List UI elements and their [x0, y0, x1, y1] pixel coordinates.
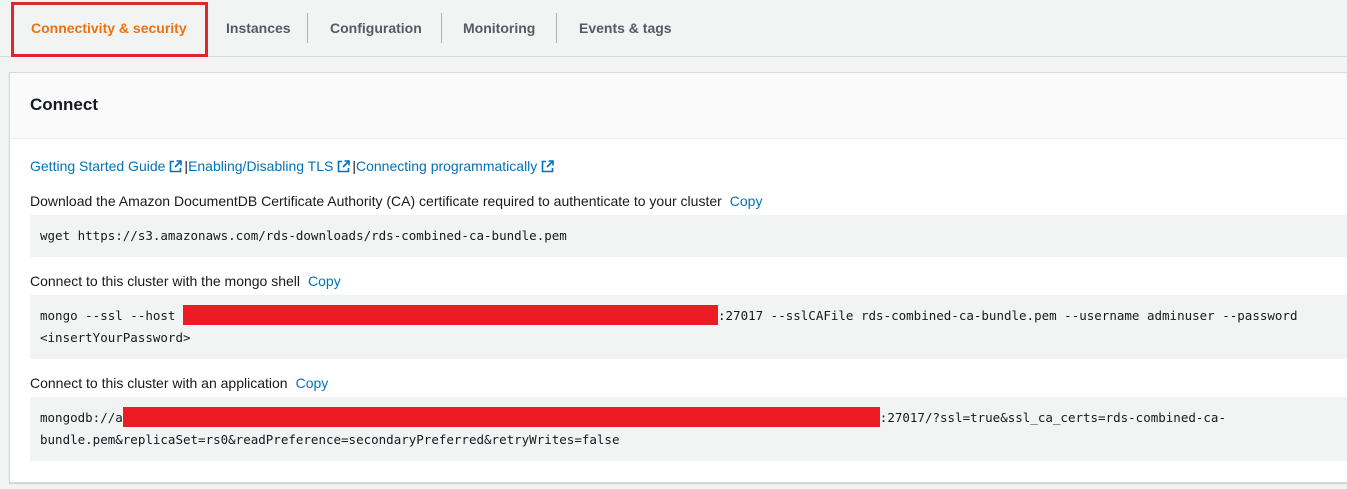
external-link-icon	[170, 160, 183, 173]
command-line: mongo --ssl --host :27017 --sslCAFile rd…	[40, 305, 1340, 327]
uri-line: mongodb://a :27017/?ssl=true&ssl_ca_certs…	[40, 407, 1340, 429]
link-label: Getting Started Guide	[30, 158, 166, 174]
uri-line-2: bundle.pem&replicaSet=rs0&readPreference…	[40, 432, 620, 447]
tab-monitoring[interactable]: Monitoring	[463, 0, 535, 56]
ca-command-text: wget https://s3.amazonaws.com/rds-downlo…	[40, 228, 567, 243]
copy-mongo-shell-button[interactable]: Copy	[308, 273, 341, 289]
tab-divider	[556, 13, 557, 43]
ca-certificate-command: wget https://s3.amazonaws.com/rds-downlo…	[30, 215, 1347, 257]
getting-started-guide-link[interactable]: Getting Started Guide	[30, 158, 184, 174]
copy-ca-command-button[interactable]: Copy	[730, 193, 763, 209]
link-label: Enabling/Disabling TLS	[188, 158, 334, 174]
link-label: Connecting programmatically	[355, 158, 538, 174]
documentation-links: Getting Started Guide |Enabling/Disabling…	[30, 158, 556, 174]
ca-certificate-text: Download the Amazon DocumentDB Certifica…	[30, 193, 722, 209]
copy-application-uri-button[interactable]: Copy	[296, 375, 329, 391]
tab-configuration[interactable]: Configuration	[330, 0, 422, 56]
ca-certificate-label: Download the Amazon DocumentDB Certifica…	[30, 193, 762, 209]
panel-title: Connect	[30, 95, 98, 114]
external-link-icon	[541, 160, 555, 173]
tab-divider	[441, 13, 442, 43]
external-link-icon	[338, 160, 351, 173]
mongo-shell-command: mongo --ssl --host :27017 --sslCAFile rd…	[30, 295, 1347, 359]
command-prefix: mongo --ssl --host	[40, 308, 183, 323]
tab-bar: Connectivity & security Instances Config…	[0, 0, 1347, 57]
uri-suffix: :27017/?ssl=true&ssl_ca_certs=rds-combin…	[879, 410, 1226, 425]
tab-connectivity-security[interactable]: Connectivity & security	[31, 0, 187, 56]
command-suffix: :27017 --sslCAFile rds-combined-ca-bundl…	[718, 308, 1298, 323]
enabling-disabling-tls-link[interactable]: Enabling/Disabling TLS	[188, 158, 352, 174]
tab-instances[interactable]: Instances	[226, 0, 291, 56]
tab-divider	[307, 13, 308, 43]
redacted-host	[183, 305, 718, 325]
command-line-2: <insertYourPassword>	[40, 330, 191, 345]
connect-panel: Connect Getting Started Guide |Enabling/D…	[9, 72, 1347, 483]
application-text: Connect to this cluster with an applicat…	[30, 375, 288, 391]
uri-prefix: mongodb://a	[40, 410, 123, 425]
tab-events-tags[interactable]: Events & tags	[579, 0, 672, 56]
panel-header: Connect	[10, 73, 1347, 139]
mongo-shell-text: Connect to this cluster with the mongo s…	[30, 273, 301, 289]
mongo-shell-label: Connect to this cluster with the mongo s…	[30, 273, 341, 289]
application-label: Connect to this cluster with an applicat…	[30, 375, 328, 391]
connecting-programmatically-link[interactable]: Connecting programmatically	[356, 158, 556, 174]
redacted-uri-host	[122, 407, 880, 427]
application-uri: mongodb://a :27017/?ssl=true&ssl_ca_certs…	[30, 397, 1347, 461]
